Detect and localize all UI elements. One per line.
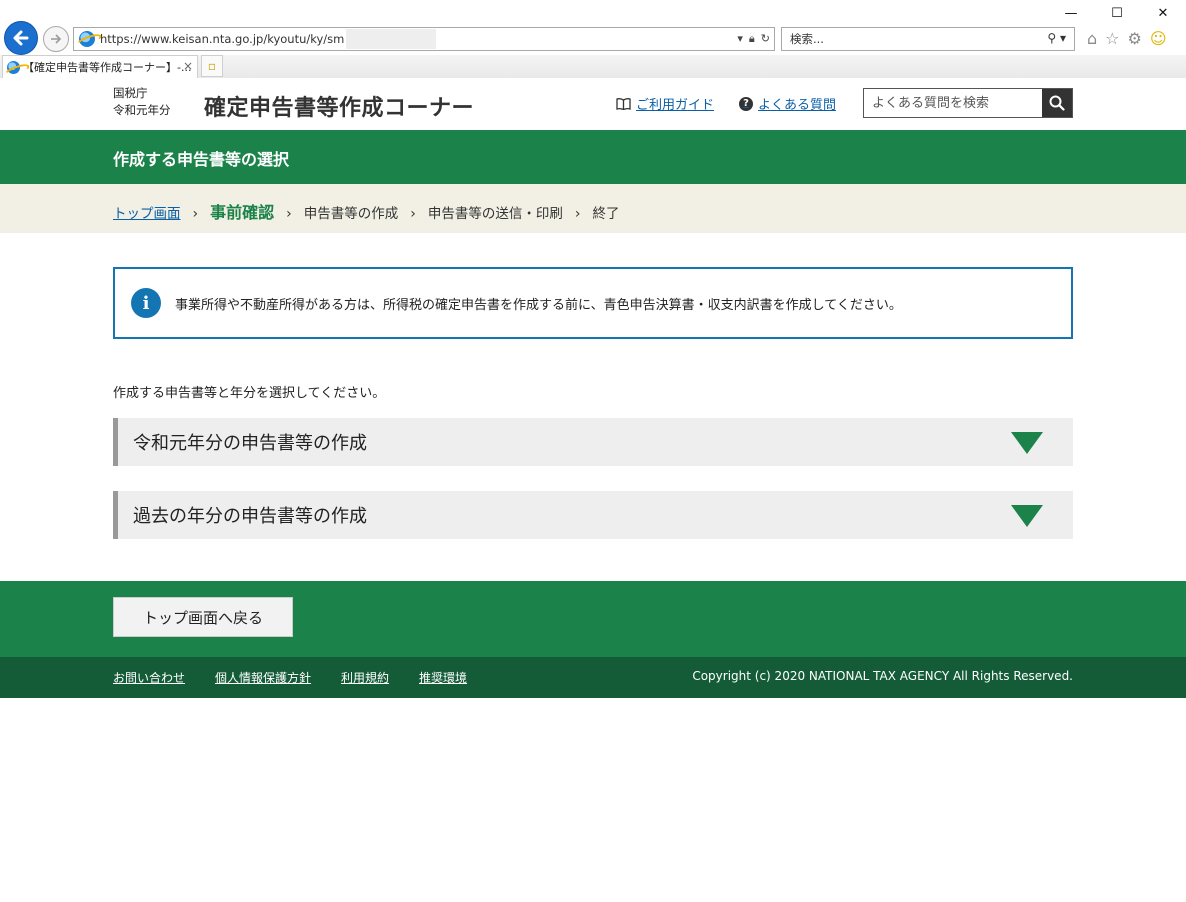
copyright: Copyright (c) 2020 NATIONAL TAX AGENCY A…	[692, 669, 1073, 683]
info-icon: i	[131, 288, 161, 318]
gear-icon[interactable]: ⚙	[1128, 29, 1142, 48]
breadcrumb-separator: ›	[410, 206, 416, 222]
search-icon	[1049, 95, 1065, 111]
tab-title: 【確定申告書等作成コーナー】-...	[23, 61, 192, 74]
forward-button[interactable]	[43, 26, 69, 52]
triangle-down-icon[interactable]	[1011, 505, 1043, 527]
breadcrumb-separator: ›	[192, 206, 199, 222]
breadcrumb-step: 申告書等の作成	[303, 206, 399, 222]
site-header: 国税庁 令和元年分 確定申告書等作成コーナー ご利用ガイド ? よくある質問	[0, 78, 1186, 130]
page-title-band: 作成する申告書等の選択	[0, 130, 1186, 184]
faq-link[interactable]: ? よくある質問	[739, 94, 836, 113]
tax-year: 令和元年分	[113, 103, 171, 117]
footer-links: お問い合わせ 個人情報保護方針 利用規約 推奨環境	[113, 669, 467, 686]
tab-active[interactable]: 【確定申告書等作成コーナー】-... ×	[2, 55, 198, 78]
footer-link-contact[interactable]: お問い合わせ	[113, 669, 185, 686]
breadcrumb-list: トップ画面 › 事前確認 › 申告書等の作成 › 申告書等の送信・印刷 › 終了	[113, 199, 619, 223]
breadcrumb-step: 申告書等の送信・印刷	[427, 206, 563, 222]
arrow-left-icon	[13, 30, 29, 46]
accordion-current-year[interactable]: 令和元年分の申告書等の作成	[113, 418, 1073, 466]
url-redacted	[346, 29, 437, 49]
window-close-button[interactable]: ✕	[1140, 0, 1186, 26]
lock-icon[interactable]: 🔒︎	[749, 32, 755, 46]
faq-search	[863, 88, 1073, 118]
agency-label: 国税庁 令和元年分	[113, 85, 171, 119]
page-title: 作成する申告書等の選択	[113, 150, 290, 169]
question-icon: ?	[739, 96, 753, 111]
refresh-icon[interactable]: ↻	[761, 32, 770, 46]
window-controls: — ☐ ✕	[1048, 0, 1186, 26]
footer-link-privacy[interactable]: 個人情報保護方針	[215, 669, 311, 686]
browser-toolbar-icons: ⌂ ☆ ⚙ ☺	[1087, 29, 1167, 48]
faq-search-input[interactable]	[864, 89, 1042, 117]
faq-search-button[interactable]	[1042, 89, 1072, 117]
back-button[interactable]	[4, 21, 38, 55]
tab-favicon-icon	[7, 60, 20, 74]
favorites-star-icon[interactable]: ☆	[1105, 29, 1119, 48]
new-tab-icon: ▫	[207, 59, 217, 73]
footer: お問い合わせ 個人情報保護方針 利用規約 推奨環境 Copyright (c) …	[0, 657, 1186, 698]
accordion-past-years[interactable]: 過去の年分の申告書等の作成	[113, 491, 1073, 539]
url-text[interactable]: https://www.keisan.nta.go.jp/kyoutu/ky/s…	[100, 32, 344, 46]
accordion-label[interactable]: 過去の年分の申告書等の作成	[133, 502, 367, 528]
agency-name: 国税庁	[113, 86, 148, 100]
browser-chrome: — ☐ ✕ https://www.keisan.nta.go.jp/kyout…	[0, 0, 1186, 78]
browser-search-box[interactable]: 検索... ⚲ ▾	[781, 27, 1075, 51]
footer-link-environment[interactable]: 推奨環境	[419, 669, 467, 686]
new-tab-button[interactable]: ▫	[201, 55, 223, 77]
tab-close-icon[interactable]: ×	[183, 59, 193, 73]
breadcrumb: トップ画面 › 事前確認 › 申告書等の作成 › 申告書等の送信・印刷 › 終了	[0, 184, 1186, 233]
faq-link-label[interactable]: よくある質問	[758, 94, 836, 113]
address-tools: ▾ 🔒︎ ↻	[737, 32, 770, 46]
back-to-top-button[interactable]: トップ画面へ戻る	[113, 597, 293, 637]
ie-icon	[79, 31, 95, 47]
smiley-feedback-icon[interactable]: ☺	[1150, 29, 1167, 48]
footer-link-terms[interactable]: 利用規約	[341, 669, 389, 686]
minimize-button[interactable]: —	[1048, 0, 1094, 26]
dropdown-icon[interactable]: ▾	[737, 32, 743, 46]
breadcrumb-separator: ›	[286, 206, 292, 222]
triangle-down-icon[interactable]	[1011, 432, 1043, 454]
footer-action-band: トップ画面へ戻る	[0, 581, 1186, 657]
guide-link-label[interactable]: ご利用ガイド	[636, 94, 714, 113]
browser-search-placeholder: 検索...	[790, 32, 824, 46]
accordion-label[interactable]: 令和元年分の申告書等の作成	[133, 429, 367, 455]
arrow-right-icon	[51, 34, 62, 44]
selection-instruction: 作成する申告書等と年分を選択してください。	[113, 386, 386, 401]
address-bar[interactable]: https://www.keisan.nta.go.jp/kyoutu/ky/s…	[73, 27, 775, 51]
site-title: 確定申告書等作成コーナー	[204, 96, 475, 121]
breadcrumb-separator: ›	[574, 206, 581, 222]
info-notice-text: 事業所得や不動産所得がある方は、所得税の確定申告書を作成する前に、青色申告決算書…	[175, 297, 902, 313]
breadcrumb-step: 終了	[592, 206, 620, 222]
breadcrumb-top[interactable]: トップ画面	[113, 202, 181, 222]
book-icon	[616, 98, 631, 110]
tab-strip: 【確定申告書等作成コーナー】-... × ▫	[0, 55, 1186, 78]
home-icon[interactable]: ⌂	[1087, 29, 1097, 48]
breadcrumb-current-step: 事前確認	[210, 203, 275, 222]
search-icon[interactable]: ⚲ ▾	[1047, 31, 1066, 45]
maximize-button[interactable]: ☐	[1094, 0, 1140, 26]
info-notice: i 事業所得や不動産所得がある方は、所得税の確定申告書を作成する前に、青色申告決…	[113, 267, 1073, 339]
guide-link[interactable]: ご利用ガイド	[616, 94, 714, 113]
